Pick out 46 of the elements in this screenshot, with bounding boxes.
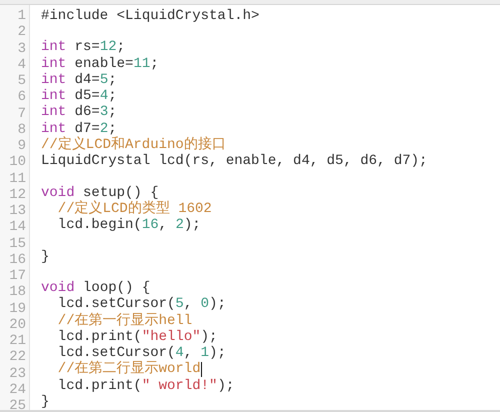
line-number: 3 xyxy=(18,40,26,57)
line-number: 8 xyxy=(18,122,26,138)
line-number: 4 xyxy=(18,56,26,73)
code-line: int d6=3; xyxy=(41,104,117,121)
code-line: void setup() { xyxy=(41,184,159,201)
line-number: 14 xyxy=(9,219,26,236)
code-line: //在第二行显示world xyxy=(56,361,201,378)
line-number: 9 xyxy=(18,138,26,154)
line-number: 1 xyxy=(18,8,26,24)
line-number: 22 xyxy=(9,349,26,366)
code-line: int d5=4; xyxy=(41,88,117,104)
line-number: 7 xyxy=(18,106,26,122)
line-number: 24 xyxy=(9,382,26,398)
code-line: } xyxy=(41,248,50,265)
line-number: 18 xyxy=(9,284,26,300)
line-number: 25 xyxy=(9,398,26,412)
code-line: lcd.setCursor(4, 1); xyxy=(56,345,226,361)
line-number: 11 xyxy=(9,170,26,187)
line-number: 5 xyxy=(18,73,26,90)
code-line: } xyxy=(41,394,50,410)
code-line: //定义LCD和Arduino的接口 xyxy=(41,136,226,154)
code-line: #include <LiquidCrystal.h> xyxy=(41,8,260,24)
line-number: 16 xyxy=(9,252,26,268)
line-number: 12 xyxy=(9,186,26,203)
line-number: 17 xyxy=(9,268,26,284)
code-line: int rs=12; xyxy=(41,39,126,56)
code-line: void loop() { xyxy=(41,280,150,296)
code-line: LiquidCrystal lcd(rs, enable, d4, d5, d6, d7); xyxy=(41,153,428,170)
code-line: //在第一行显示hell xyxy=(56,312,192,329)
code-line: //定义LCD的类型 1602 xyxy=(56,200,212,218)
code-line: lcd.setCursor(5, 0); xyxy=(56,296,226,312)
line-number: 13 xyxy=(9,203,26,220)
code-line: lcd.print("hello"); xyxy=(56,328,218,345)
line-number: 21 xyxy=(9,333,26,350)
code-line: lcd.begin(16, 2); xyxy=(56,217,201,234)
code-line: int d4=5; xyxy=(41,72,117,88)
line-number: 10 xyxy=(9,154,26,170)
line-number: 23 xyxy=(9,366,26,382)
code-line: lcd.print(" world!"); xyxy=(56,378,234,394)
line-number: 6 xyxy=(18,89,26,106)
line-number: 2 xyxy=(18,24,26,40)
code-line: int d7=2; xyxy=(41,120,117,137)
code-line: int enable=11; xyxy=(41,56,159,72)
line-number: 20 xyxy=(9,316,26,333)
line-number: 19 xyxy=(9,300,26,317)
line-number: 15 xyxy=(9,236,26,252)
